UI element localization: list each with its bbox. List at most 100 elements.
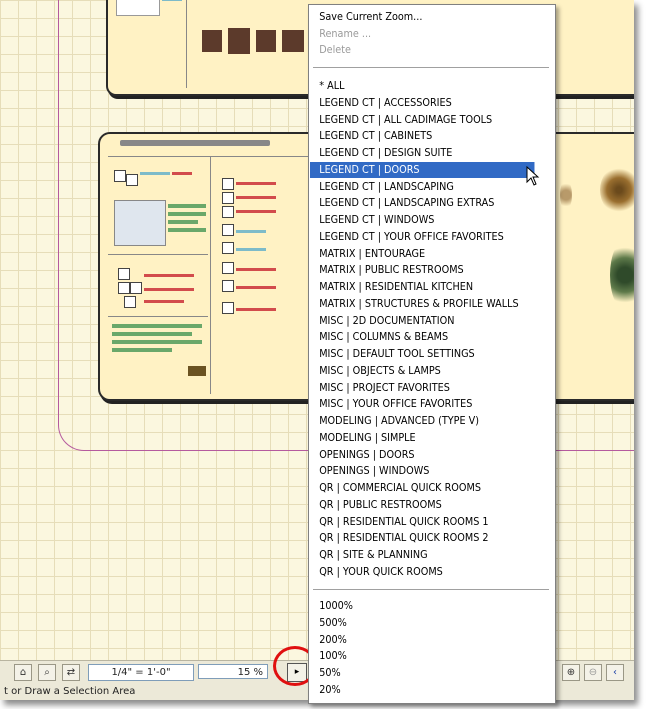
tool-thumbnail: [222, 302, 234, 314]
tool-thumbnail: [118, 282, 130, 294]
navigator-icon[interactable]: ⌂: [14, 664, 32, 681]
zoom-set-item[interactable]: MISC | 2D DOCUMENTATION: [310, 313, 534, 329]
door-symbol: [256, 30, 276, 52]
pencil-icon: [188, 366, 206, 376]
zoom-set-item[interactable]: QR | YOUR QUICK ROOMS: [310, 564, 534, 580]
panel-divider: [108, 156, 308, 157]
zoom-level-item[interactable]: 20%: [310, 682, 534, 698]
plant-symbol: [560, 180, 572, 210]
legend-strip: [236, 286, 276, 289]
legend-strip: [172, 172, 192, 175]
tool-thumbnail: [222, 280, 234, 292]
tool-thumbnail: [222, 242, 234, 254]
zoom-set-item[interactable]: MISC | OBJECTS & LAMPS: [310, 363, 534, 379]
zoom-set-item[interactable]: MISC | COLUMNS & BEAMS: [310, 329, 534, 345]
palm-tree-symbol: [600, 166, 634, 214]
legend-strip: [112, 348, 172, 352]
tool-thumbnail: [222, 192, 234, 204]
zoom-set-item[interactable]: MISC | YOUR OFFICE FAVORITES: [310, 396, 534, 412]
menu-separator: [313, 67, 549, 68]
legend-strip: [168, 204, 206, 208]
zoom-set-item[interactable]: QR | RESIDENTIAL QUICK ROOMS 1: [310, 514, 534, 530]
legend-strip: [144, 288, 194, 291]
zoom-dropdown-menu: Save Current Zoom... Rename ... Delete * A…: [308, 4, 556, 704]
menu-item-save-current-zoom[interactable]: Save Current Zoom...: [310, 9, 534, 25]
scale-field[interactable]: 1/4" = 1'-0": [88, 664, 194, 681]
tool-thumbnail: [222, 224, 234, 236]
zoom-set-item[interactable]: MATRIX | ENTOURAGE: [310, 246, 534, 262]
menu-item-rename: Rename ...: [319, 27, 372, 40]
panel-divider: [186, 0, 187, 88]
zoom-set-item[interactable]: LEGEND CT | CABINETS: [310, 128, 534, 144]
panel-divider: [108, 316, 208, 317]
panel-title-bar: [120, 140, 270, 146]
legend-strip: [236, 268, 276, 271]
zoom-set-item[interactable]: QR | PUBLIC RESTROOMS: [310, 497, 534, 513]
plan-preview: [114, 200, 166, 246]
legend-strip: [144, 300, 184, 303]
zoom-set-item[interactable]: MATRIX | PUBLIC RESTROOMS: [310, 262, 534, 278]
zoom-set-item[interactable]: QR | COMMERCIAL QUICK ROOMS: [310, 480, 534, 496]
menu-separator: [313, 589, 549, 590]
legend-strip: [112, 332, 192, 336]
legend-strip: [236, 210, 276, 213]
panel-divider: [108, 254, 208, 255]
zoom-set-item[interactable]: OPENINGS | DOORS: [310, 447, 534, 463]
zoom-set-item[interactable]: LEGEND CT | LANDSCAPING EXTRAS: [310, 195, 534, 211]
panel-divider: [210, 156, 211, 394]
legend-strip: [112, 324, 202, 328]
door-symbol: [282, 30, 304, 52]
zoom-out-icon[interactable]: ⊖: [584, 664, 602, 681]
legend-strip: [162, 0, 182, 1]
legend-strip: [236, 182, 276, 185]
legend-strip: [236, 230, 266, 233]
zoom-level-item[interactable]: 50%: [310, 665, 534, 681]
zoom-level-item[interactable]: 100%: [310, 648, 534, 664]
legend-strip: [168, 212, 206, 216]
tool-thumbnail: [118, 268, 130, 280]
zoom-set-item[interactable]: MATRIX | STRUCTURES & PROFILE WALLS: [310, 296, 534, 312]
zoom-set-item[interactable]: QR | SITE & PLANNING: [310, 547, 534, 563]
mouse-cursor-icon: [526, 166, 540, 186]
tool-thumbnail: [222, 262, 234, 274]
zoom-set-item[interactable]: MODELING | SIMPLE: [310, 430, 534, 446]
tool-thumbnail: [124, 296, 136, 308]
zoom-set-item[interactable]: LEGEND CT | DOORS: [310, 161, 535, 178]
zoom-set-item[interactable]: LEGEND CT | ALL CADIMAGE TOOLS: [310, 112, 534, 128]
legend-strip: [236, 308, 276, 311]
legend-strip: [140, 172, 170, 175]
legend-strip: [236, 248, 266, 251]
legend-strip: [112, 340, 202, 344]
zoom-set-item[interactable]: LEGEND CT | WINDOWS: [310, 212, 534, 228]
legend-strip: [168, 220, 198, 224]
zoom-level-item[interactable]: 200%: [310, 632, 534, 648]
zoom-set-item[interactable]: LEGEND CT | ACCESSORIES: [310, 95, 534, 111]
zoom-set-item[interactable]: * ALL: [310, 78, 534, 94]
zoom-set-item[interactable]: LEGEND CT | LANDSCAPING: [310, 179, 534, 195]
zoom-window-icon[interactable]: ⌕: [38, 664, 56, 681]
tool-thumbnail: [222, 206, 234, 218]
door-symbol: [228, 28, 250, 54]
tree-symbol: [610, 240, 634, 310]
scroll-left-icon[interactable]: ‹: [606, 664, 624, 681]
legend-strip: [236, 196, 276, 199]
zoom-set-item[interactable]: MISC | PROJECT FAVORITES: [310, 380, 534, 396]
zoom-set-item[interactable]: MATRIX | RESIDENTIAL KITCHEN: [310, 279, 534, 295]
tool-thumbnail: [130, 282, 142, 294]
tool-thumbnail: [222, 178, 234, 190]
legend-thumbnail: [116, 0, 160, 16]
zoom-level-item[interactable]: 500%: [310, 615, 534, 631]
zoom-level-item[interactable]: 1000%: [310, 598, 534, 614]
zoom-set-item[interactable]: MODELING | ADVANCED (TYPE V): [310, 413, 534, 429]
zoom-set-item[interactable]: LEGEND CT | YOUR OFFICE FAVORITES: [310, 229, 534, 245]
zoom-set-item[interactable]: OPENINGS | WINDOWS: [310, 463, 534, 479]
zoom-set-item[interactable]: LEGEND CT | DESIGN SUITE: [310, 145, 534, 161]
legend-strip: [144, 274, 194, 277]
zoom-in-icon[interactable]: ⊕: [562, 664, 580, 681]
zoom-set-item[interactable]: MISC | DEFAULT TOOL SETTINGS: [310, 346, 534, 362]
fit-in-window-icon[interactable]: ⇄: [62, 664, 80, 681]
tool-thumbnail: [114, 170, 126, 182]
zoom-set-item[interactable]: QR | RESIDENTIAL QUICK ROOMS 2: [310, 530, 534, 546]
zoom-field[interactable]: 15 %: [198, 664, 268, 679]
door-symbol: [202, 30, 222, 52]
